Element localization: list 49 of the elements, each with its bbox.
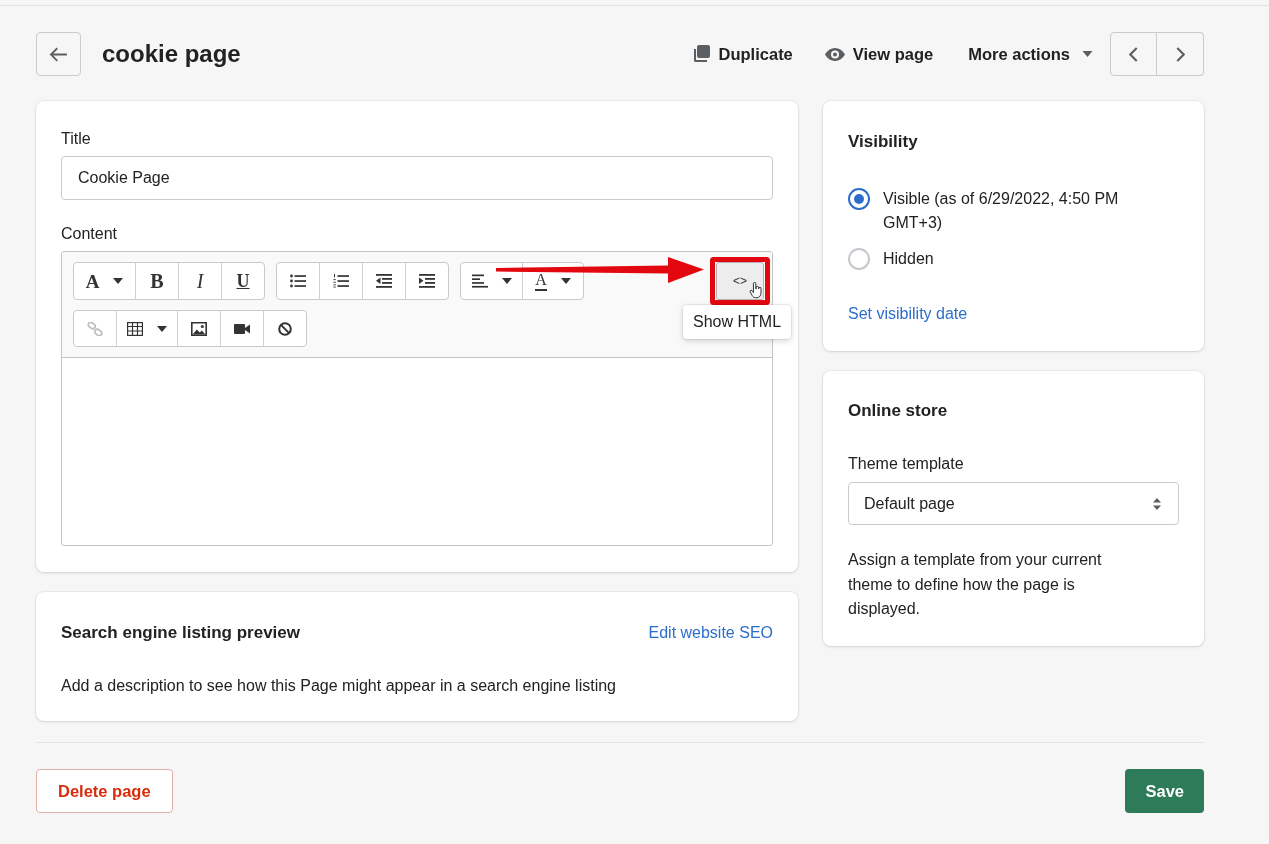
- caret-icon: [1082, 51, 1093, 57]
- chevron-right-icon: [1175, 46, 1185, 62]
- option-label: Visible (as of 6/29/2022, 4:50 PM GMT+3): [883, 189, 1120, 233]
- outdent-icon: [376, 274, 392, 288]
- underline-button[interactable]: U: [221, 263, 264, 299]
- field-label: Theme template: [848, 454, 965, 474]
- image-icon: [191, 321, 207, 336]
- duplicate-button[interactable]: Duplicate: [674, 36, 809, 72]
- back-button[interactable]: [36, 32, 81, 76]
- view-page-button[interactable]: View page: [808, 36, 950, 72]
- tooltip: Show HTML: [683, 305, 792, 339]
- set-visibility-date-link[interactable]: Set visibility date: [848, 303, 968, 325]
- seo-description: Add a description to see how this Page might appear in a search engine listing: [61, 676, 617, 696]
- caret-icon: [113, 278, 124, 284]
- align-left-icon: [471, 274, 488, 288]
- field-label: Title: [61, 129, 92, 149]
- caret-icon: [157, 325, 167, 332]
- eye-icon: [824, 47, 845, 61]
- bullet-list-icon: [290, 274, 306, 288]
- delete-page-button[interactable]: Delete page: [36, 769, 173, 813]
- up-down-icon: [1153, 497, 1161, 510]
- more-actions-button[interactable]: More actions: [949, 36, 1109, 72]
- help-text: Assign a template from your current theme to define how the page is displayed.: [848, 550, 1103, 619]
- font-button[interactable]: A: [74, 263, 135, 299]
- table-icon: [127, 321, 143, 336]
- italic-button[interactable]: I: [178, 263, 221, 299]
- template-select[interactable]: Default page: [848, 482, 1179, 525]
- card-title: Online store: [848, 400, 949, 422]
- card-title: Visibility: [848, 131, 919, 153]
- indent-icon: [419, 274, 435, 288]
- save-button[interactable]: Save: [1125, 769, 1204, 813]
- link-icon: [87, 321, 103, 336]
- numbered-list-icon: [333, 274, 349, 288]
- edit-seo-link[interactable]: Edit website SEO: [648, 622, 773, 644]
- bold-button[interactable]: B: [135, 263, 178, 299]
- video-camera-icon: [234, 321, 250, 336]
- no-symbol-icon: [277, 321, 293, 336]
- chevron-left-icon: [1129, 46, 1138, 62]
- caret-icon: [560, 278, 571, 284]
- card-title: Search engine listing preview: [61, 622, 301, 644]
- title-field[interactable]: Cookie Page: [61, 156, 773, 200]
- arrow-left-icon: [49, 46, 68, 62]
- caret-icon: [501, 278, 512, 284]
- radio-button[interactable]: [848, 248, 870, 270]
- show-html-button[interactable]: <>: [716, 262, 764, 300]
- radio-button[interactable]: [848, 188, 870, 210]
- option-label: Hidden: [883, 249, 934, 269]
- field-label: Content: [61, 224, 119, 244]
- page-title: cookie page: [102, 39, 241, 69]
